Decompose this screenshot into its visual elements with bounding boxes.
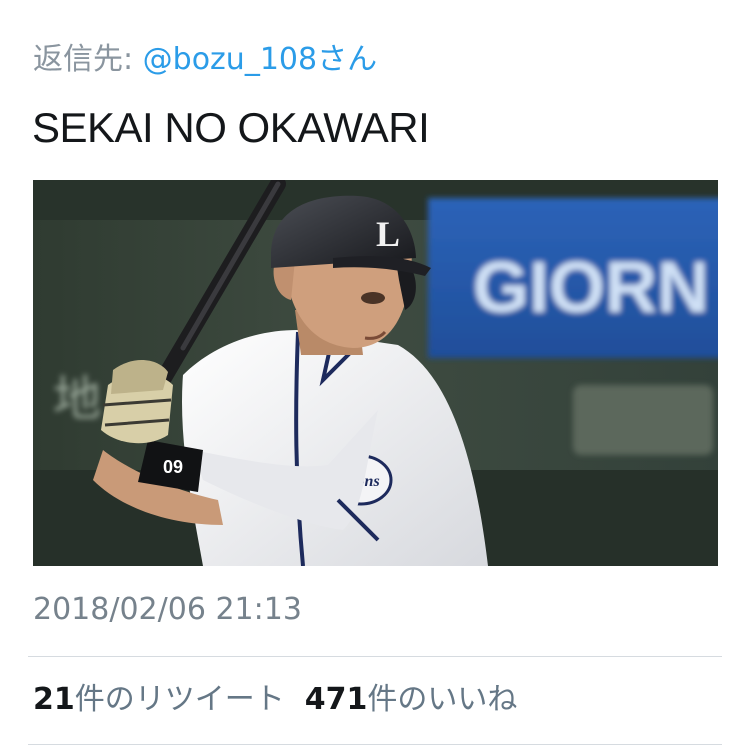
retweets-link[interactable]: 21件のリツイート xyxy=(33,682,285,717)
baseball-batter-photo: GIORN 地 Lions 60 xyxy=(33,180,718,566)
tweet-detail: 返信先: @bozu_108さん SEKAI NO OKAWARI GIORN … xyxy=(0,0,750,746)
retweets-count: 21 xyxy=(33,682,75,717)
divider-bottom xyxy=(28,744,722,745)
tweet-timestamp: 2018/02/06 21:13 xyxy=(33,592,302,627)
likes-link[interactable]: 471件のいいね xyxy=(305,682,518,717)
background-sign: 地 xyxy=(53,371,101,427)
engagement-stats: 21件のリツイート 471件のいいね xyxy=(33,680,517,720)
tweet-photo[interactable]: GIORN 地 Lions 60 xyxy=(33,180,718,566)
reply-handle-link[interactable]: @bozu_108さん xyxy=(143,42,377,77)
reply-to-line: 返信先: @bozu_108さん xyxy=(33,40,377,80)
likes-label: 件のいいね xyxy=(367,682,518,717)
divider-top xyxy=(28,656,722,657)
helmet-logo: L xyxy=(376,214,400,254)
jersey-number: 60 xyxy=(163,456,183,476)
tweet-text: SEKAI NO OKAWARI xyxy=(32,104,430,151)
likes-count: 471 xyxy=(304,682,368,717)
banner-text: GIORN xyxy=(473,248,709,328)
reply-prefix: 返信先: xyxy=(33,42,143,77)
retweets-label: 件のリツイート xyxy=(74,682,285,717)
